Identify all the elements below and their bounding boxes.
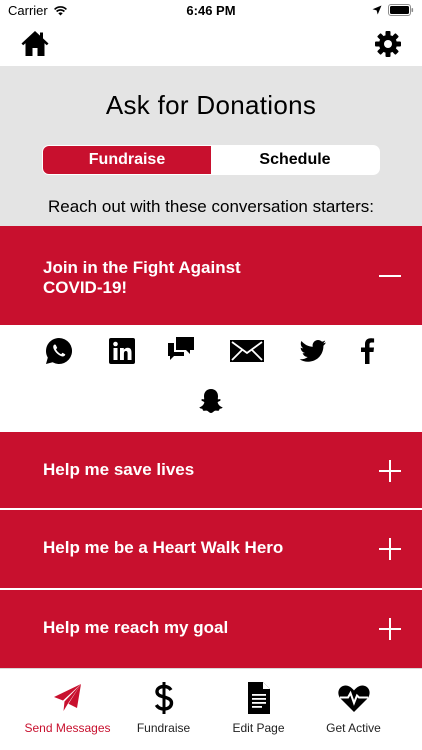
whatsapp-icon[interactable] [44,336,74,366]
status-bar: Carrier 6:46 PM [0,0,422,22]
chat-bubbles-icon[interactable] [166,334,196,364]
facebook-icon[interactable] [355,336,381,366]
accordion-reach-goal[interactable]: Help me reach my goal [0,590,422,668]
collapse-minus-icon[interactable] [378,264,402,288]
page-header: Ask for Donations Fundraise Schedule Rea… [0,66,422,226]
document-icon [247,682,270,714]
settings-button[interactable] [374,30,402,58]
tab-label: Edit Page [232,721,285,735]
snapchat-icon[interactable] [196,386,226,416]
linkedin-icon[interactable] [107,336,137,366]
status-time: 6:46 PM [186,3,236,18]
instructions-text: Reach out with these conversation starte… [48,197,374,216]
accordion-title: Help me be a Heart Walk Hero [43,538,284,557]
home-button[interactable] [20,29,50,59]
tab-send-messages[interactable]: Send Messages [15,669,120,750]
schedule-segment[interactable]: Schedule [211,146,379,174]
heart-pulse-icon [337,685,370,712]
fundraise-segment[interactable]: Fundraise [43,146,211,174]
status-indicators [372,4,414,16]
bottom-tab-bar: Send Messages Fundraise Edit Page Get Ac… [0,668,422,750]
accordion-title: Help me reach my goal [43,618,229,637]
tab-edit-page[interactable]: Edit Page [206,669,311,750]
share-options [0,325,422,431]
tab-label: Send Messages [24,721,111,735]
accordion-covid[interactable]: Join in the Fight Against COVID-19! [0,226,422,325]
accordion-title: Help me save lives [43,460,195,479]
battery-icon [388,4,414,16]
accordion-heart-walk-hero[interactable]: Help me be a Heart Walk Hero [0,510,422,588]
top-nav-bar [0,22,422,66]
expand-plus-icon[interactable] [378,537,402,561]
tab-fundraise[interactable]: Fundraise [111,669,216,750]
dollar-icon [154,682,173,714]
home-icon [21,31,49,56]
email-icon[interactable] [229,336,265,366]
expand-plus-icon[interactable] [378,617,402,641]
accordion-title: Join in the Fight Against COVID-19! [43,258,241,297]
paper-plane-icon [53,684,81,711]
location-arrow-icon [372,5,382,15]
gear-icon [375,31,401,57]
fundraise-schedule-toggle: Fundraise Schedule [42,145,380,175]
twitter-icon[interactable] [298,336,328,366]
page-title: Ask for Donations [105,90,317,120]
tab-get-active[interactable]: Get Active [301,669,406,750]
tab-label: Get Active [326,721,381,735]
accordion-save-lives[interactable]: Help me save lives [0,432,422,508]
tab-label: Fundraise [136,721,191,735]
expand-plus-icon[interactable] [378,459,402,483]
